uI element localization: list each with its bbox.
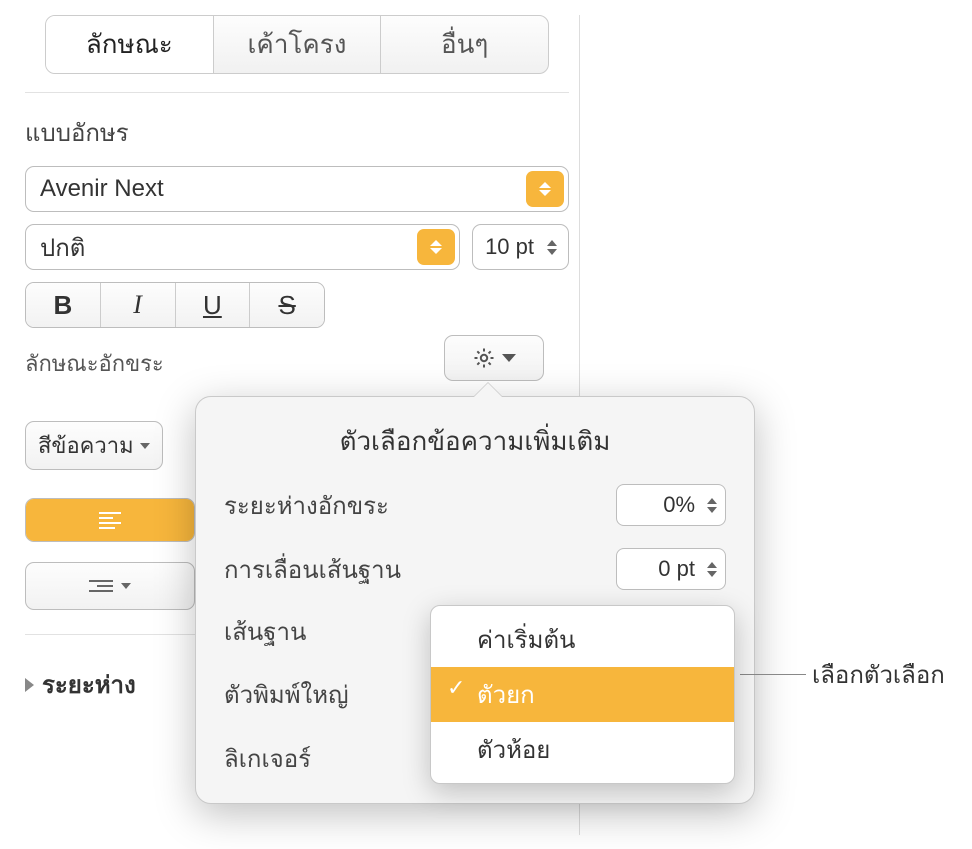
char-spacing-label: ระยะห่างอักขระ [224, 486, 389, 525]
font-section-label: แบบอักษร [25, 113, 569, 152]
baseline-dropdown-menu: ค่าเริ่มต้น ตัวยก ตัวห้อย [430, 605, 735, 784]
ligatures-label: ลิเกเจอร์ [224, 739, 311, 778]
underline-button[interactable]: U [176, 283, 251, 327]
alignment-segment[interactable] [25, 498, 195, 542]
popup-arrows-icon [526, 171, 564, 207]
strikethrough-button[interactable]: S [250, 283, 324, 327]
font-family-popup[interactable]: Avenir Next [25, 166, 569, 212]
font-family-value: Avenir Next [40, 175, 164, 203]
stepper-arrows-icon [540, 229, 564, 265]
font-size-stepper[interactable]: 10 pt [472, 224, 569, 270]
gear-icon [472, 346, 496, 370]
baseline-shift-stepper[interactable]: 0 pt [616, 548, 726, 590]
format-tabs: ลักษณะ เค้าโครง อื่นๆ [45, 15, 549, 74]
char-spacing-value: 0% [663, 492, 695, 518]
chevron-down-icon [121, 583, 131, 589]
advanced-text-options-button[interactable] [444, 335, 544, 381]
bold-button[interactable]: B [26, 283, 101, 327]
char-spacing-stepper[interactable]: 0% [616, 484, 726, 526]
baseline-option-superscript[interactable]: ตัวยก [431, 667, 734, 722]
italic-button[interactable]: I [101, 283, 176, 327]
baseline-shift-value: 0 pt [658, 556, 695, 582]
text-color-label: สีข้อความ [38, 428, 134, 463]
spacing-label: ระยะห่าง [42, 665, 136, 704]
indent-icon [89, 580, 113, 592]
baseline-option-default[interactable]: ค่าเริ่มต้น [431, 612, 734, 667]
callout-line [740, 674, 806, 675]
tab-layout[interactable]: เค้าโครง [214, 16, 382, 73]
caps-label: ตัวพิมพ์ใหญ่ [224, 675, 349, 714]
baseline-shift-label: การเลื่อนเส้นฐาน [224, 550, 401, 589]
stepper-arrows-icon [702, 552, 722, 586]
text-color-button[interactable]: สีข้อความ [25, 421, 163, 470]
tab-more[interactable]: อื่นๆ [381, 16, 548, 73]
indent-button[interactable] [25, 562, 195, 610]
callout-text: เลือกตัวเลือก [812, 655, 945, 694]
divider [25, 92, 569, 93]
text-style-group: B I U S [25, 282, 325, 328]
stepper-arrows-icon [702, 488, 722, 522]
tab-style[interactable]: ลักษณะ [46, 16, 214, 73]
chevron-down-icon [140, 443, 150, 449]
font-size-value: 10 pt [485, 234, 534, 260]
baseline-label: เส้นฐาน [224, 612, 306, 651]
align-left-button[interactable] [26, 499, 194, 541]
font-weight-value: ปกติ [40, 228, 85, 267]
popover-title: ตัวเลือกข้อความเพิ่มเติม [224, 421, 726, 462]
chevron-down-icon [502, 354, 516, 362]
chevron-right-icon [25, 678, 34, 692]
align-left-icon [99, 512, 121, 529]
popup-arrows-icon [417, 229, 455, 265]
font-weight-popup[interactable]: ปกติ [25, 224, 460, 270]
baseline-option-subscript[interactable]: ตัวห้อย [431, 722, 734, 777]
